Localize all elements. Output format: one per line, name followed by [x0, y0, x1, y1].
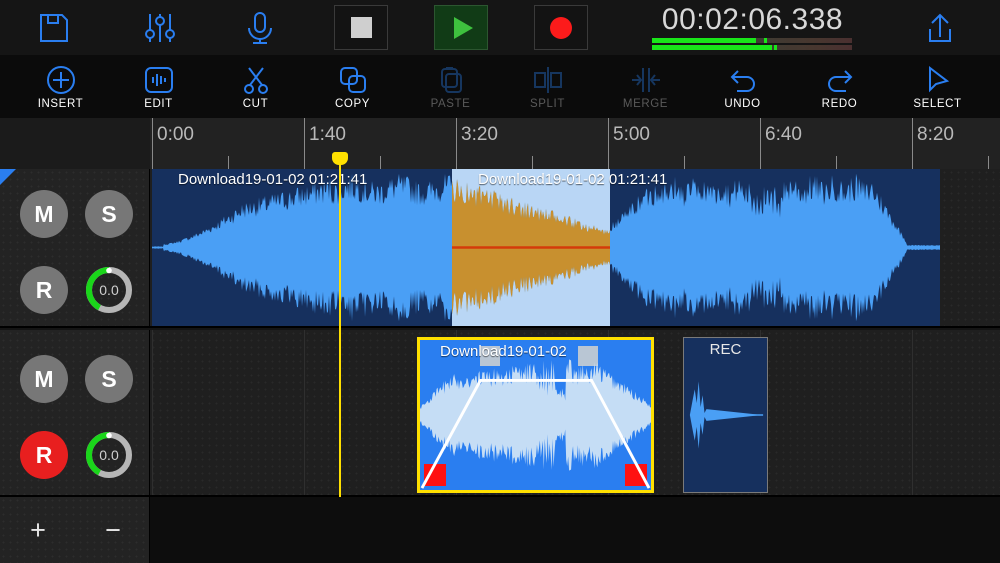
- stop-button[interactable]: [334, 0, 388, 55]
- edit-button[interactable]: EDIT: [110, 55, 207, 118]
- timecode-display[interactable]: 00:02:06.338: [645, 3, 860, 37]
- clip-label: Download19-01-02 01:21:41: [478, 171, 667, 188]
- select-button[interactable]: SELECT: [889, 55, 986, 118]
- playhead-line: [339, 165, 341, 497]
- track1-gain-knob[interactable]: 0.0: [85, 266, 133, 314]
- ruler-tick-minor: [684, 156, 685, 169]
- level-meter-right: [652, 45, 852, 50]
- track1-gain-value: 0.0: [85, 266, 133, 314]
- redo-arrow-icon: [824, 64, 856, 96]
- edit-label: EDIT: [144, 98, 173, 110]
- plus-circle-icon: [46, 64, 76, 96]
- ruler-label: 1:40: [304, 124, 346, 146]
- ruler-tick-minor: [380, 156, 381, 169]
- merge-label: MERGE: [623, 98, 668, 110]
- insert-label: INSERT: [38, 98, 84, 110]
- ruler-label: 8:20: [912, 124, 954, 146]
- audio-editor-window: 00:02:06.338: [0, 0, 1000, 563]
- ruler-corner: [0, 118, 151, 171]
- cut-label: CUT: [243, 98, 268, 110]
- timeline-ruler[interactable]: 0:00 1:40 3:20 5:00 6:40 8:20: [150, 118, 1000, 171]
- split-label: SPLIT: [530, 98, 565, 110]
- recording-clip[interactable]: REC: [683, 337, 768, 493]
- zoom-out-button[interactable]: −: [98, 515, 128, 546]
- level-meters: [652, 38, 852, 52]
- track2-solo-button[interactable]: S: [85, 355, 133, 403]
- ruler-tick-minor: [532, 156, 533, 169]
- track-lane-1[interactable]: Download19-01-02 01:21:41 Download19-01-…: [150, 169, 1000, 328]
- bottom-filler: [150, 497, 1000, 563]
- ruler-label: 6:40: [760, 124, 802, 146]
- zoom-in-button[interactable]: +: [23, 515, 53, 546]
- track2-gain-knob[interactable]: 0.0: [85, 431, 133, 479]
- ruler-tick-minor: [836, 156, 837, 169]
- clip-label: Download19-01-02: [440, 343, 567, 360]
- cursor-arrow-icon: [923, 64, 953, 96]
- ruler-label: 0:00: [152, 124, 194, 146]
- mixer-button[interactable]: [133, 0, 187, 55]
- zoom-controls: + −: [0, 497, 150, 563]
- share-upload-icon: [922, 10, 958, 46]
- merge-icon: [630, 64, 662, 96]
- redo-button[interactable]: REDO: [791, 55, 888, 118]
- undo-arrow-icon: [727, 64, 759, 96]
- play-icon: [454, 17, 473, 39]
- copy-icon: [338, 64, 368, 96]
- track1-record-arm-button[interactable]: R: [20, 266, 68, 314]
- select-label: SELECT: [913, 98, 961, 110]
- selected-audio-clip[interactable]: Download19-01-02: [417, 337, 654, 493]
- transport-bar: 00:02:06.338: [0, 0, 1000, 56]
- clip-waveform: [420, 340, 651, 490]
- split-icon: [532, 64, 564, 96]
- undo-label: UNDO: [724, 98, 760, 110]
- stop-icon: [351, 17, 372, 38]
- track-header-2[interactable]: M S R 0.0: [0, 330, 150, 497]
- track-selected-indicator: [0, 169, 16, 185]
- microphone-button[interactable]: [233, 0, 287, 55]
- paste-label: PASTE: [431, 98, 471, 110]
- play-button[interactable]: [434, 0, 488, 55]
- edit-toolbar: INSERT EDIT: [0, 55, 1000, 119]
- ruler-label: 5:00: [608, 124, 650, 146]
- scissors-icon: [241, 64, 271, 96]
- audio-clip[interactable]: Download19-01-02 01:21:41: [452, 169, 940, 326]
- floppy-disk-icon: [36, 10, 72, 46]
- ruler-tick-minor: [988, 156, 989, 169]
- ruler-label: 3:20: [456, 124, 498, 146]
- record-icon: [550, 17, 572, 39]
- track2-mute-button[interactable]: M: [20, 355, 68, 403]
- paste-button[interactable]: PASTE: [402, 55, 499, 118]
- track2-gain-value: 0.0: [85, 431, 133, 479]
- track-header-1[interactable]: M S R 0.0: [0, 169, 150, 328]
- level-meter-left: [652, 38, 852, 43]
- microphone-icon: [242, 10, 278, 46]
- ruler-tick-minor: [228, 156, 229, 169]
- record-button[interactable]: [534, 0, 588, 55]
- redo-label: REDO: [822, 98, 858, 110]
- copy-button[interactable]: COPY: [304, 55, 401, 118]
- copy-label: COPY: [335, 98, 370, 110]
- waveform-box-icon: [143, 64, 175, 96]
- track1-solo-button[interactable]: S: [85, 190, 133, 238]
- undo-button[interactable]: UNDO: [694, 55, 791, 118]
- cut-button[interactable]: CUT: [207, 55, 304, 118]
- track2-record-arm-button[interactable]: R: [20, 431, 68, 479]
- save-button[interactable]: [27, 0, 81, 55]
- playhead-marker[interactable]: [332, 152, 348, 165]
- paste-icon: [436, 64, 466, 96]
- recording-waveform: [684, 338, 767, 492]
- split-button[interactable]: SPLIT: [499, 55, 596, 118]
- track1-mute-button[interactable]: M: [20, 190, 68, 238]
- share-button[interactable]: [913, 0, 967, 55]
- merge-button[interactable]: MERGE: [597, 55, 694, 118]
- audio-clip[interactable]: Download19-01-02 01:21:41: [152, 169, 452, 326]
- sliders-icon: [142, 10, 178, 46]
- insert-button[interactable]: INSERT: [12, 55, 109, 118]
